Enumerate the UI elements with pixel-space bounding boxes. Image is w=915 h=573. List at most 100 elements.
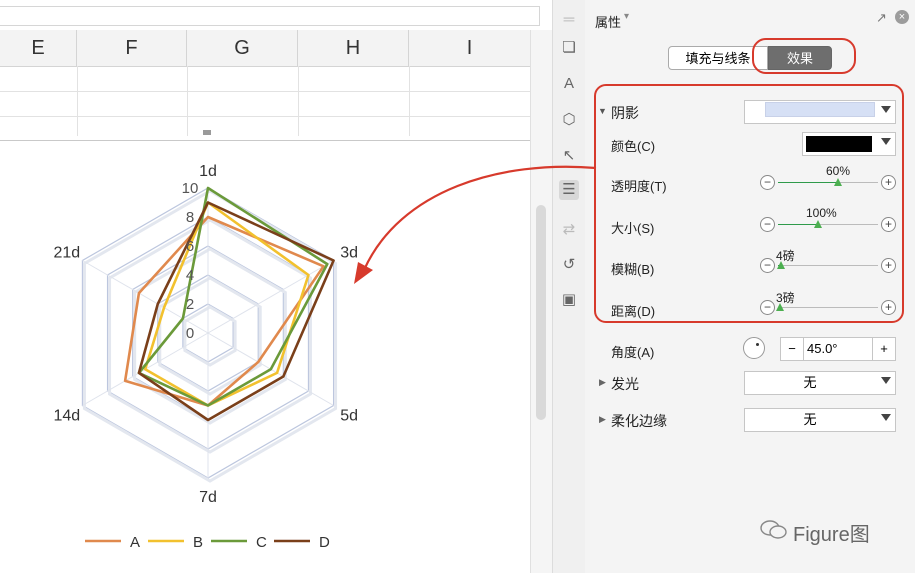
expand-arrow-icon[interactable]: ▶ bbox=[599, 414, 606, 425]
grid-line bbox=[0, 91, 530, 92]
chart-resize-handle[interactable] bbox=[203, 130, 211, 135]
panel-title: 属性 bbox=[595, 15, 622, 30]
size-slider[interactable]: − 100% + bbox=[760, 206, 896, 232]
column-header-i[interactable]: I bbox=[409, 30, 530, 66]
slider-value: 100% bbox=[806, 206, 837, 220]
shadow-color-select[interactable] bbox=[802, 132, 896, 156]
tick-label: 6 bbox=[186, 238, 194, 255]
axis-label-7d: 7d bbox=[199, 489, 217, 506]
glow-label: 发光 bbox=[611, 376, 639, 392]
formula-bar[interactable] bbox=[0, 6, 540, 26]
tick-label: 2 bbox=[186, 296, 194, 313]
slider-track bbox=[778, 265, 878, 266]
fill-icon[interactable]: ⬡ bbox=[559, 110, 579, 130]
axis-label-5d: 5d bbox=[340, 408, 358, 425]
distance-label: 距离(D) bbox=[611, 304, 656, 319]
color-label: 颜色(C) bbox=[611, 139, 656, 154]
slider-fill bbox=[778, 182, 838, 183]
tick-label: 0 bbox=[186, 325, 194, 342]
legend-label-B: B bbox=[193, 534, 203, 551]
grid-line bbox=[298, 66, 299, 136]
column-header-e[interactable]: E bbox=[0, 30, 77, 66]
grid-line bbox=[187, 66, 188, 136]
wechat-logo-icon bbox=[760, 519, 788, 539]
slider-value: 60% bbox=[826, 164, 851, 178]
grid-ring-shadow bbox=[158, 276, 262, 396]
chevron-down-icon bbox=[881, 138, 891, 145]
increase-icon[interactable]: + bbox=[881, 300, 896, 315]
tick-label: 10 bbox=[182, 180, 199, 197]
expand-arrow-icon[interactable]: ▶ bbox=[599, 377, 606, 388]
image-icon[interactable]: ▣ bbox=[559, 290, 579, 310]
decrease-icon[interactable]: − bbox=[760, 258, 775, 273]
angle-stepper[interactable]: − 45.0° + bbox=[780, 337, 896, 361]
axis-label-14d: 14d bbox=[53, 408, 80, 425]
slider-track bbox=[778, 307, 878, 308]
grid-line bbox=[0, 116, 530, 117]
blur-label: 模糊(B) bbox=[611, 262, 655, 277]
slider-value: 3磅 bbox=[776, 291, 795, 305]
shadow-preset-select[interactable] bbox=[744, 100, 896, 124]
shadow-label: 阴影 bbox=[611, 105, 639, 121]
axis-label-1d: 1d bbox=[199, 163, 217, 180]
slider-thumb[interactable] bbox=[834, 178, 842, 186]
angle-label: 角度(A) bbox=[611, 345, 655, 360]
slider-value: 4磅 bbox=[776, 249, 795, 263]
legend-label-A: A bbox=[130, 534, 140, 551]
axis-label-21d: 21d bbox=[53, 245, 80, 262]
column-header-h[interactable]: H bbox=[298, 30, 409, 66]
angle-dial-dot bbox=[756, 343, 759, 346]
distance-slider[interactable]: − 3磅 + bbox=[760, 291, 896, 315]
chart-legend: A B C D bbox=[85, 534, 330, 551]
tick-label: 4 bbox=[186, 267, 194, 284]
increase-icon[interactable]: + bbox=[881, 217, 896, 232]
size-label: 大小(S) bbox=[611, 221, 655, 236]
chevron-down-icon bbox=[881, 414, 891, 421]
transparency-slider[interactable]: − 60% + bbox=[760, 164, 896, 190]
text-style-icon[interactable]: A bbox=[559, 74, 579, 94]
panel-title-dropdown-icon[interactable]: ▾ bbox=[624, 11, 629, 22]
soft-edge-select[interactable]: 无 bbox=[744, 408, 896, 432]
column-header-g[interactable]: G bbox=[187, 30, 298, 66]
expand-icon[interactable]: ↗ bbox=[876, 10, 887, 26]
grid-line bbox=[77, 66, 78, 136]
shadow-preset-swatch bbox=[765, 102, 875, 117]
soft-edge-value: 无 bbox=[803, 412, 817, 427]
grid-ring-shadow bbox=[82, 189, 338, 483]
angle-decrease-button[interactable]: − bbox=[781, 338, 804, 360]
legend-label-D: D bbox=[319, 534, 330, 551]
increase-icon[interactable]: + bbox=[881, 175, 896, 190]
close-icon[interactable]: × bbox=[895, 10, 909, 24]
decrease-icon[interactable]: − bbox=[760, 175, 775, 190]
column-header-row: E F G H I bbox=[0, 30, 530, 67]
angle-dial[interactable] bbox=[743, 337, 765, 359]
slider-thumb[interactable] bbox=[814, 220, 822, 228]
soft-edge-label: 柔化边缘 bbox=[611, 413, 667, 429]
legend-label-C: C bbox=[256, 534, 267, 551]
chevron-down-icon bbox=[881, 377, 891, 384]
chevron-down-icon bbox=[881, 106, 891, 113]
radar-grid bbox=[81, 187, 338, 483]
transparency-label: 透明度(T) bbox=[611, 179, 667, 194]
grid-line bbox=[409, 66, 410, 136]
glow-select[interactable]: 无 bbox=[744, 371, 896, 395]
grid-spoke bbox=[207, 260, 334, 334]
angle-value-input[interactable]: 45.0° bbox=[807, 338, 838, 360]
annotation-highlight-tab bbox=[752, 38, 856, 74]
slider-fill bbox=[778, 224, 818, 225]
watermark-text: Figure图 bbox=[793, 524, 870, 546]
tick-label: 8 bbox=[186, 209, 194, 226]
shape-icon[interactable]: ❏ bbox=[559, 38, 579, 58]
decrease-icon[interactable]: − bbox=[760, 217, 775, 232]
angle-increase-button[interactable]: + bbox=[872, 338, 895, 360]
vertical-scrollbar[interactable] bbox=[530, 30, 552, 573]
annotation-arrow bbox=[354, 165, 597, 284]
blur-slider[interactable]: − 4磅 + bbox=[760, 249, 896, 273]
glow-value: 无 bbox=[803, 375, 817, 390]
color-swatch bbox=[806, 136, 872, 152]
drag-handle-icon: ═ bbox=[563, 11, 575, 28]
decrease-icon[interactable]: − bbox=[760, 300, 775, 315]
column-header-f[interactable]: F bbox=[77, 30, 187, 66]
collapse-arrow-icon[interactable]: ▼ bbox=[598, 106, 607, 116]
increase-icon[interactable]: + bbox=[881, 258, 896, 273]
